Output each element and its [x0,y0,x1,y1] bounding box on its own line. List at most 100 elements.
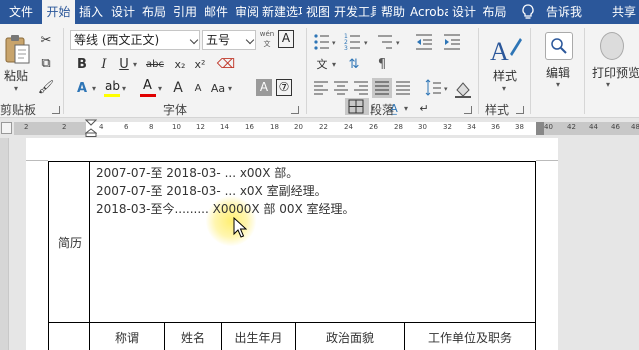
svg-text:▾: ▾ [364,39,368,47]
table-border [48,161,536,162]
char-border-icon[interactable]: A [278,30,294,48]
char-shading-button[interactable]: A [256,79,272,96]
font-color-dropdown-icon[interactable]: ▾ [158,84,162,93]
styles-button-label[interactable]: 样式 [493,67,517,84]
vertical-ruler [0,138,9,350]
resume-table[interactable]: 简历 2007-07-至 2018-03- ... x00X 部。 2007-0… [48,161,536,350]
numbering-icon: 123 [344,33,360,52]
format-painter-icon[interactable]: 🖌 [36,77,56,97]
paragraph-launcher-icon[interactable] [464,106,472,114]
enclose-char-icon[interactable]: ⑦ [276,79,292,96]
sort-text-icon[interactable]: ↵ [414,98,434,118]
editing-dropdown-icon[interactable]: ▾ [556,80,560,89]
copy-icon[interactable]: ⧉ [36,53,56,73]
phonetic-guide-icon[interactable]: wén 文 [259,29,275,51]
italic-button[interactable]: I [94,54,114,74]
highlight-dropdown-icon[interactable]: ▾ [122,84,126,93]
styles-dropdown-icon[interactable]: ▾ [502,84,506,93]
resume-line[interactable]: 2018-03-至今......... X0000X 部 00X 室经理。 [96,200,355,217]
print-preview-dropdown-icon[interactable]: ▾ [606,80,610,89]
tab-mailings[interactable]: 邮件 [201,0,231,24]
svg-text:▾: ▾ [396,39,400,47]
print-preview-icon[interactable] [600,32,624,60]
chinese-layout-dropdown-icon[interactable]: ▾ [332,60,336,69]
shrink-font-button[interactable]: A [188,78,208,98]
font-size-value: 五号 [206,33,231,47]
tab-view[interactable]: 视图 [304,0,332,24]
chinese-layout-icon[interactable]: 文 [312,54,332,74]
bold-button[interactable]: B [72,54,92,74]
tab-review[interactable]: 审阅 [232,0,262,24]
tab-table-layout[interactable]: 布局 [480,0,509,24]
header-relation: 称谓 [114,331,139,345]
font-group-label: 字体 [163,103,188,117]
resume-line[interactable]: 2007-07-至 2018-03- ... x00X 部。 [96,164,298,181]
grow-font-button[interactable]: A [168,78,188,98]
highlight-color-button[interactable]: ab [103,78,121,98]
tab-layout[interactable]: 布局 [139,0,169,24]
align-center-icon [334,81,348,95]
sort-icon[interactable]: ⇅ [344,54,364,74]
tell-me-search[interactable]: 告诉我 [546,0,582,24]
tab-table-design[interactable]: 设计 [450,0,478,24]
paste-dropdown-icon[interactable]: ▾ [14,84,18,93]
find-icon [551,38,567,54]
print-preview-label[interactable]: 打印预览 [592,64,639,81]
text-effects-button[interactable]: A [72,78,92,98]
font-launcher-icon[interactable] [291,106,299,114]
editing-button[interactable] [545,32,573,60]
lightbulb-icon[interactable] [518,2,538,22]
ruler-tick-label: 40 [544,123,553,131]
header-birth: 出生年月 [234,331,283,345]
paste-icon[interactable] [4,32,32,66]
styles-icon[interactable]: A [488,32,522,66]
show-marks-icon[interactable]: ¶ [372,54,392,74]
font-size-combo[interactable]: 五号 [202,30,256,50]
tab-file[interactable]: 文件 [0,0,42,24]
underline-button[interactable]: U [114,54,134,74]
editing-button-label[interactable]: 编辑 [546,64,570,81]
share-button[interactable]: 共享 [612,0,639,24]
indent-marker[interactable] [85,119,97,137]
tab-developer[interactable]: 开发工具 [334,0,376,24]
change-case-button[interactable]: Aa [208,78,228,98]
resume-line[interactable]: 2007-07-至 2018-03- ... x0X 室副经理。 [96,182,327,199]
font-name-combo[interactable]: 等线 (西文正文) [70,30,200,50]
ruler-tick-label: 18 [270,123,279,131]
ruler-tick-label: 30 [418,123,427,131]
group-separator [584,28,585,114]
right-indent-marker[interactable] [536,122,544,135]
crop-mark [536,160,558,161]
paste-label[interactable]: 粘贴 [4,67,28,84]
svg-text:▾: ▾ [332,39,336,47]
styles-launcher-icon[interactable] [516,106,524,114]
ruler-tick-label: 38 [515,123,524,131]
tab-new-tab[interactable]: 新建选项卡 [262,0,302,24]
asian-layout-dropdown-icon[interactable]: ▾ [404,104,408,113]
font-color-button[interactable]: A [139,78,157,98]
group-separator [306,28,307,114]
tab-references[interactable]: 引用 [170,0,200,24]
superscript-button[interactable]: x² [190,54,210,74]
change-case-dropdown-icon[interactable]: ▾ [228,84,232,93]
text-effects-dropdown-icon[interactable]: ▾ [92,84,96,93]
multilevel-list-icon [378,35,392,49]
tab-home[interactable]: 开始 [42,0,75,24]
ruler-tick-label: 26 [369,123,378,131]
ruler-tick-label: 28 [394,123,403,131]
clipboard-launcher-icon[interactable] [52,106,60,114]
subscript-button[interactable]: x₂ [170,54,190,74]
tab-acrobat[interactable]: Acrobat [410,0,448,24]
tab-stop-selector[interactable] [1,122,12,134]
tab-help[interactable]: 帮助 [378,0,408,24]
strikethrough-button[interactable]: abc [144,54,166,74]
cut-icon[interactable]: ✂ [36,30,56,50]
chevron-down-icon[interactable] [245,35,255,45]
table-border [48,322,536,323]
ruler-tick-label: 2 [24,123,29,131]
clear-formatting-icon[interactable]: ⌫ [216,54,236,74]
tab-design[interactable]: 设计 [108,0,138,24]
chevron-down-icon[interactable] [189,35,199,45]
underline-dropdown-icon[interactable]: ▾ [133,60,137,69]
tab-insert[interactable]: 插入 [76,0,106,24]
